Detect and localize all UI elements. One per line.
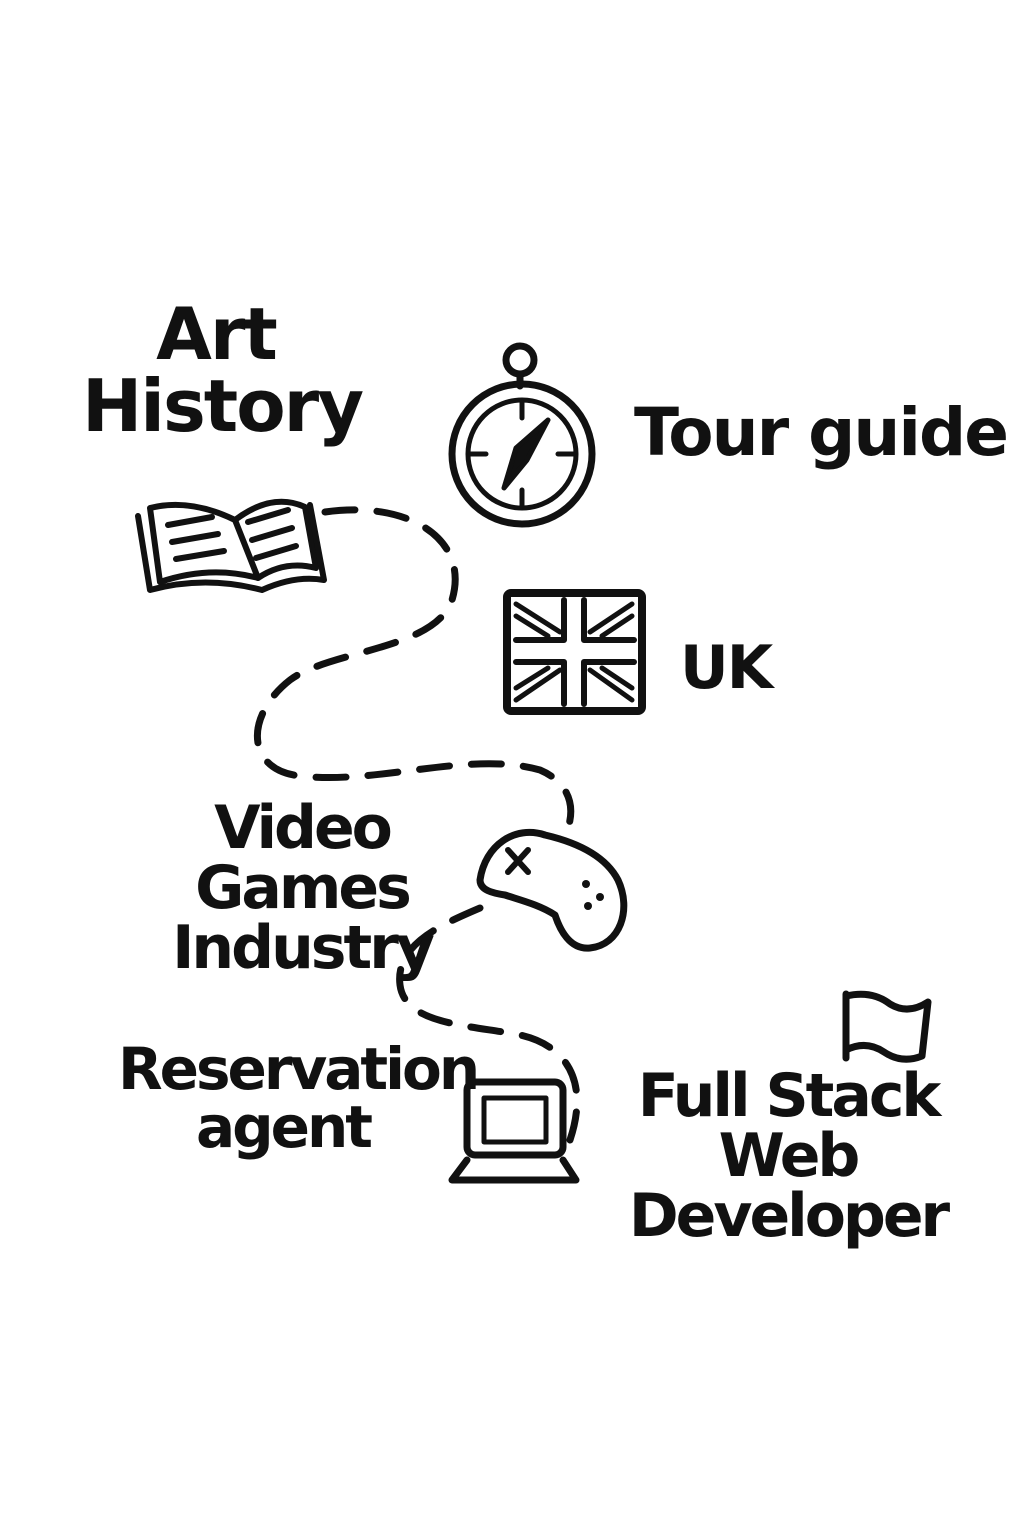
milestone-label-full-stack: Full Stack Web Developer [628,1061,950,1251]
milestone-label-art-history: Art History [82,292,364,448]
milestone-label-uk: UK [680,633,773,703]
union-jack-flag-icon [503,589,646,715]
milestone-label-tour-guide: Tour guide [634,394,1009,471]
game-controller-icon [476,828,628,952]
finish-flag-icon [842,990,932,1063]
open-book-icon [135,498,327,593]
milestone-label-video-games: Video Games Industry [172,793,435,983]
milestone-label-reservation-agent: Reservation agent [118,1035,480,1161]
compass-icon [448,342,596,528]
career-path-diagram [135,342,932,1184]
